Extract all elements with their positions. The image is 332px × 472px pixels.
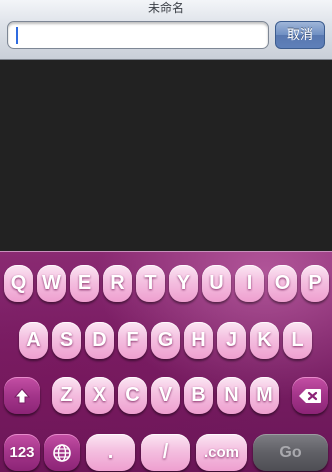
key-t[interactable]: T xyxy=(136,265,165,302)
key-m[interactable]: M xyxy=(250,377,279,414)
page-title: 未命名 xyxy=(147,1,184,15)
key-c[interactable]: C xyxy=(118,377,147,414)
key-s[interactable]: S xyxy=(52,322,81,359)
go-key[interactable]: Go xyxy=(253,434,328,471)
delete-key[interactable] xyxy=(292,377,328,414)
url-field[interactable] xyxy=(7,21,269,49)
slash-key[interactable]: / xyxy=(141,434,190,471)
key-r[interactable]: R xyxy=(103,265,132,302)
key-n[interactable]: N xyxy=(217,377,246,414)
shift-key[interactable] xyxy=(4,377,40,414)
cancel-button[interactable]: 取消 xyxy=(275,21,325,49)
key-h[interactable]: H xyxy=(184,322,213,359)
key-z[interactable]: Z xyxy=(52,377,81,414)
dotcom-key[interactable]: .com xyxy=(196,434,247,471)
text-cursor xyxy=(16,27,18,44)
dot-key[interactable]: . xyxy=(86,434,135,471)
shift-icon xyxy=(13,387,31,403)
key-e[interactable]: E xyxy=(70,265,99,302)
keyboard: Q W E R T Y U I O P A S D F G H J K L Z … xyxy=(0,251,332,472)
key-w[interactable]: W xyxy=(37,265,66,302)
url-input[interactable] xyxy=(8,22,268,48)
key-q[interactable]: Q xyxy=(4,265,33,302)
key-k[interactable]: K xyxy=(250,322,279,359)
globe-icon xyxy=(53,443,71,462)
key-u[interactable]: U xyxy=(202,265,231,302)
key-i[interactable]: I xyxy=(235,265,264,302)
key-b[interactable]: B xyxy=(184,377,213,414)
key-y[interactable]: Y xyxy=(169,265,198,302)
key-l[interactable]: L xyxy=(283,322,312,359)
content-area xyxy=(0,60,332,251)
globe-key[interactable] xyxy=(44,434,80,471)
key-p[interactable]: P xyxy=(301,265,329,302)
key-v[interactable]: V xyxy=(151,377,180,414)
key-j[interactable]: J xyxy=(217,322,246,359)
key-g[interactable]: G xyxy=(151,322,180,359)
key-a[interactable]: A xyxy=(19,322,48,359)
key-f[interactable]: F xyxy=(118,322,147,359)
key-x[interactable]: X xyxy=(85,377,114,414)
key-o[interactable]: O xyxy=(268,265,297,302)
backspace-icon xyxy=(299,388,321,403)
key-d[interactable]: D xyxy=(85,322,114,359)
numbers-key[interactable]: 123 xyxy=(4,434,40,471)
navigation-bar: 未命名 取消 xyxy=(0,0,332,60)
